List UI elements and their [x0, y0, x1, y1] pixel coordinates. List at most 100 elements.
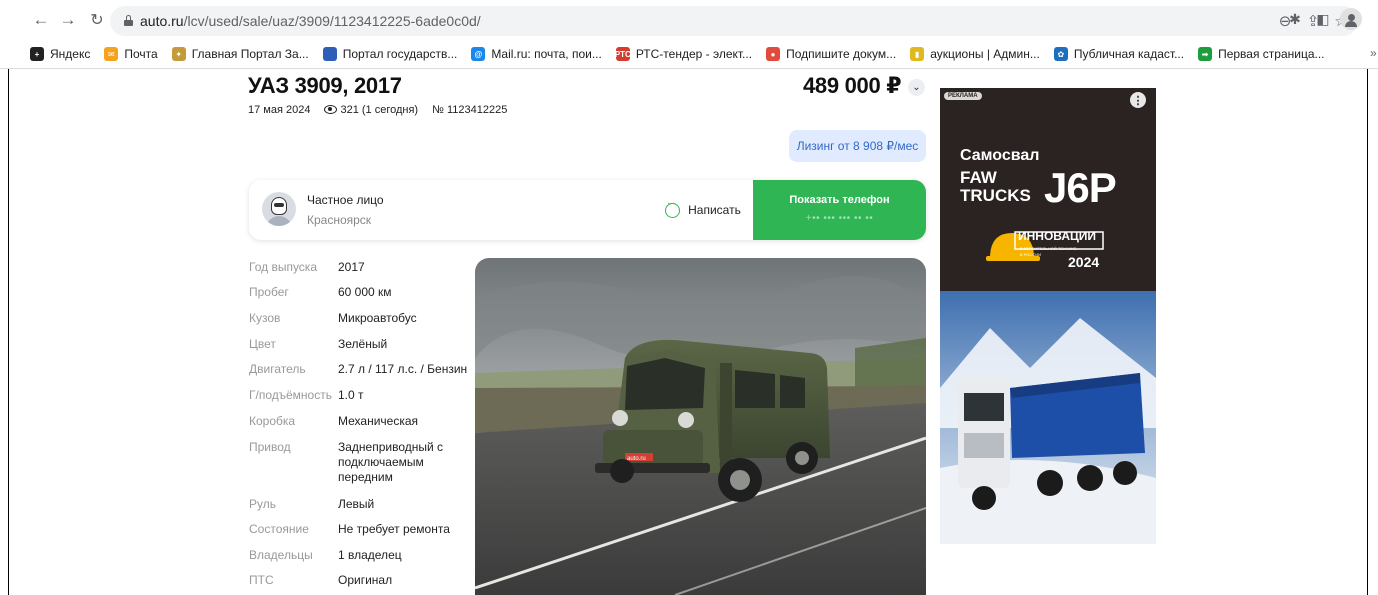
spec-key: Г/подъёмность: [249, 388, 332, 402]
listing-meta: 17 мая 2024 321 (1 сегодня) № 1123412225: [248, 104, 507, 116]
listing-number: № 1123412225: [432, 104, 508, 116]
spec-value: 1 владелец: [338, 548, 402, 562]
bookmark-label: Почта: [124, 47, 158, 61]
forward-icon[interactable]: →: [57, 9, 79, 31]
bookmark-item[interactable]: ➡ Первая страница...: [1198, 47, 1325, 61]
spec-key: ПТС: [249, 573, 274, 587]
address-bar[interactable]: auto.ru/lcv/used/sale/uaz/3909/112341222…: [110, 6, 1358, 36]
lock-icon[interactable]: [124, 15, 133, 26]
spec-key: Состояние: [249, 522, 309, 536]
spec-value: 2.7 л / 117 л.с. / Бензин: [338, 362, 468, 376]
bookmark-label: Подпишите докум...: [786, 47, 897, 61]
bookmark-favicon-icon: ✉: [104, 47, 119, 61]
spec-key: Владельцы: [249, 548, 313, 562]
bookmark-favicon-icon: ✦: [171, 47, 186, 61]
bookmark-favicon-icon: ●: [766, 47, 781, 61]
seller-name: Частное лицо: [307, 193, 384, 207]
spec-key: Коробка: [249, 414, 296, 428]
bookmark-label: Главная Портал За...: [191, 47, 309, 61]
ad-award-title: ИННОВАЦИИ: [1018, 229, 1097, 243]
listing-title: УАЗ 3909, 2017: [248, 73, 402, 98]
bookmark-item[interactable]: Портал государств...: [322, 47, 458, 61]
ad-model: J6P: [1044, 164, 1117, 211]
spec-value: 60 000 км: [338, 285, 392, 299]
seller-card: Частное лицо Красноярск Написать Показат…: [249, 180, 926, 240]
back-icon[interactable]: ←: [30, 9, 52, 31]
extension-bar: ✱ ◧: [1284, 8, 1362, 30]
bookmarks-bar: + Яндекс ✉ Почта ✦ Главная Портал За... Портал…: [0, 40, 1378, 69]
eye-icon: [324, 105, 338, 114]
bookmark-item[interactable]: ✿ Публичная кадаст...: [1053, 47, 1185, 61]
bookmark-item[interactable]: + Яндекс: [30, 47, 90, 61]
url-host: auto.ru: [140, 13, 184, 29]
ad-banner[interactable]: ⋮ РЕКЛАМА Самосвал FAW TRUCKS J6P ИННОВА…: [940, 88, 1156, 544]
ad-award-sub2: В РОССИИ: [1020, 252, 1041, 257]
bookmark-label: Яндекс: [50, 47, 91, 61]
car-photo[interactable]: auto.ru: [475, 258, 926, 595]
ad-brand-line1: FAW: [960, 168, 997, 187]
bookmark-label: Публичная кадаст...: [1073, 47, 1185, 61]
price-history-chevron-icon[interactable]: ⌄: [908, 79, 925, 96]
listing-date: 17 мая 2024: [248, 104, 311, 116]
car-photo-image: auto.ru: [475, 258, 926, 595]
bookmark-label: Портал государств...: [342, 47, 458, 61]
write-message-button[interactable]: Написать: [653, 180, 753, 240]
bookmark-favicon-icon: ✿: [1053, 47, 1068, 61]
bookmark-item[interactable]: РТС РТС-тендер - элект...: [615, 47, 753, 61]
masked-phone: +•• ••• ••• •• ••: [805, 213, 874, 224]
bookmark-favicon-icon: @: [471, 47, 486, 61]
listing-views: 321 (1 сегодня): [324, 104, 418, 116]
bookmark-label: Mail.ru: почта, пои...: [491, 47, 602, 61]
bookmark-item[interactable]: ✦ Главная Портал За...: [171, 47, 309, 61]
bookmark-favicon-icon: РТС: [615, 47, 631, 61]
spec-key: Цвет: [249, 337, 276, 351]
write-label: Написать: [688, 203, 741, 217]
spec-value: 2017: [338, 260, 365, 274]
leasing-button[interactable]: Лизинг от 8 908 ₽/мес: [789, 130, 926, 162]
spec-value: Левый: [338, 497, 375, 511]
spec-value: Зелёный: [338, 337, 388, 351]
seller-avatar: [262, 192, 296, 226]
bookmark-label: Первая страница...: [1218, 47, 1325, 61]
ad-headline: Самосвал: [960, 147, 1040, 164]
bookmark-label: аукционы | Админ...: [930, 47, 1040, 61]
show-phone-button[interactable]: Показать телефон +•• ••• ••• •• ••: [753, 180, 926, 240]
bookmarks-more-icon[interactable]: »: [1370, 46, 1377, 60]
reload-icon[interactable]: ↻: [86, 9, 108, 31]
extensions-icon[interactable]: ✱: [1284, 8, 1306, 30]
spec-key: Руль: [249, 497, 276, 511]
bookmark-label: РТС-тендер - элект...: [635, 47, 753, 61]
show-phone-label: Показать телефон: [789, 194, 890, 206]
ad-badge: РЕКЛАМА: [944, 92, 982, 100]
bookmark-favicon-icon: ▮: [910, 47, 925, 61]
spec-key: Кузов: [249, 311, 281, 325]
spec-key: Привод: [249, 440, 291, 454]
profile-icon[interactable]: [1340, 8, 1362, 30]
bookmark-item[interactable]: ● Подпишите докум...: [766, 47, 896, 61]
url-path: /lcv/used/sale/uaz/3909/1123412225-6ade0…: [183, 13, 481, 29]
url-text[interactable]: auto.ru/lcv/used/sale/uaz/3909/112341222…: [140, 13, 481, 29]
bookmark-item[interactable]: @ Mail.ru: почта, пои...: [471, 47, 602, 61]
spec-value: Не требует ремонта: [338, 522, 450, 536]
sidepanel-icon[interactable]: ◧: [1312, 8, 1334, 30]
page-border-left: [8, 69, 9, 595]
views-count: 321 (1 сегодня): [340, 104, 419, 116]
spec-key: Двигатель: [249, 362, 306, 376]
spec-value: Микроавтобус: [338, 311, 417, 325]
ad-brand-line2: TRUCKS: [960, 186, 1031, 205]
bookmark-favicon-icon: +: [30, 47, 44, 61]
page-border-right: [1367, 69, 1368, 595]
bookmark-favicon-icon: ➡: [1198, 47, 1213, 61]
plate-text: auto.ru: [627, 456, 646, 462]
ad-award-year: 2024: [1068, 254, 1100, 270]
bookmark-item[interactable]: ▮ аукционы | Админ...: [910, 47, 1040, 61]
bookmark-item[interactable]: ✉ Почта: [104, 47, 158, 61]
listing-price: 489 000 ₽: [803, 73, 902, 98]
spec-value: Заднеприводный с подключаемым передним: [338, 440, 444, 484]
spec-key: Пробег: [249, 285, 289, 299]
chat-icon: [665, 198, 681, 218]
ad-menu-icon[interactable]: ⋮: [1133, 95, 1144, 107]
browser-toolbar: ← → ↻ auto.ru/lcv/used/sale/uaz/3909/112…: [0, 0, 1378, 40]
spec-value: Механическая: [338, 414, 419, 428]
ad-award-sub1: В СТРОИТЕЛЬНОЙ ТЕХНИКЕ: [1020, 246, 1077, 251]
